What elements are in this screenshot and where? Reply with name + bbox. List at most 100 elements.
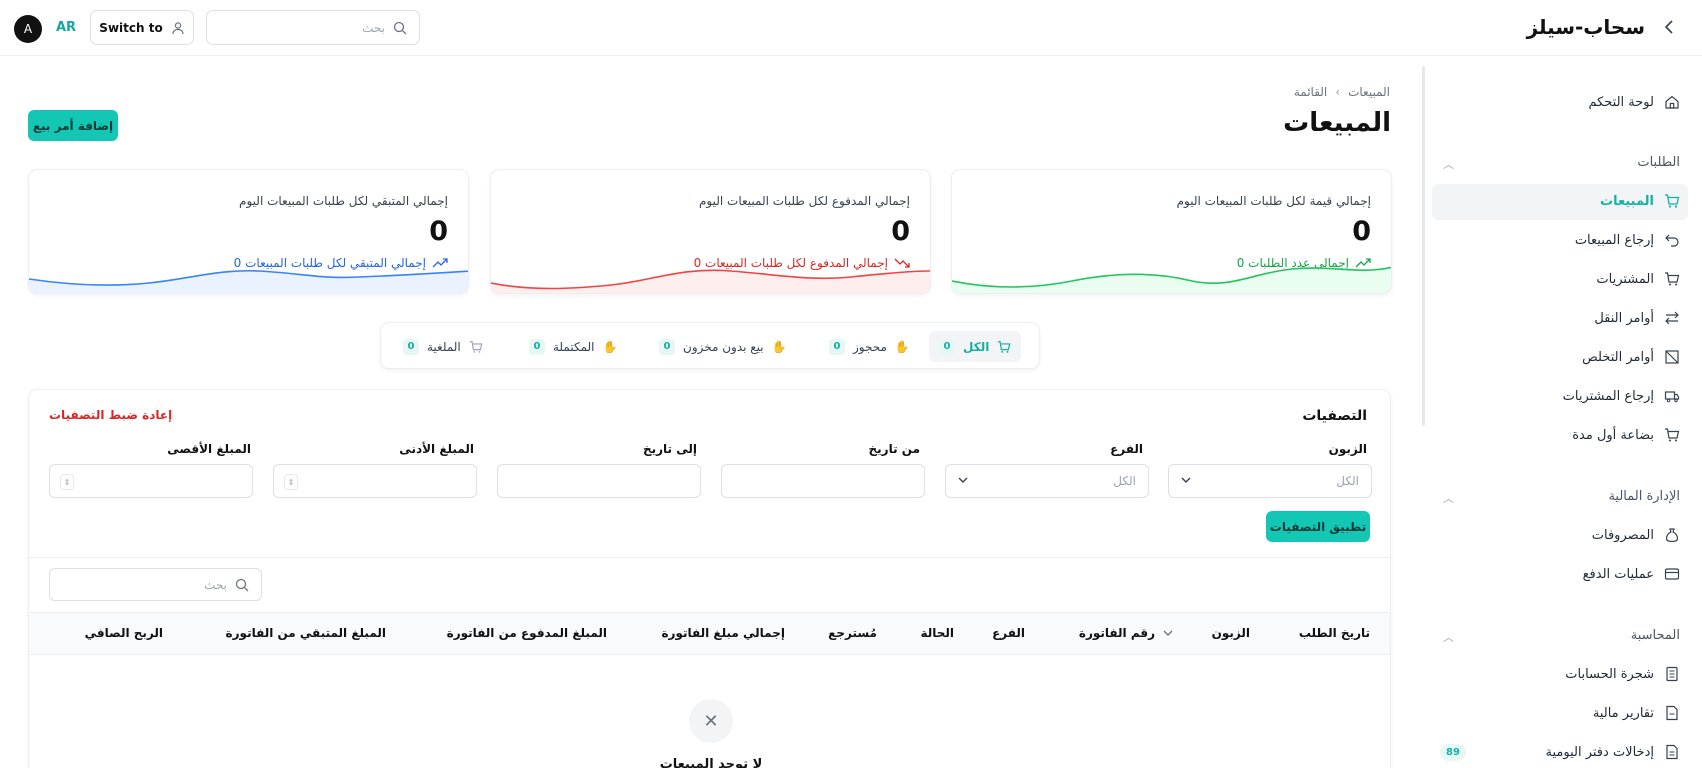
column-header-invoice-number[interactable]: رقم الفاتورة: [1079, 626, 1173, 640]
column-header-order-date[interactable]: تاريخ الطلب: [1299, 626, 1370, 640]
sidebar-item-sales-returns[interactable]: إرجاع المبيعات: [1575, 232, 1680, 248]
sidebar-item-sales[interactable]: المبيعات: [1600, 193, 1680, 209]
sidebar-item-label: بضاعة أول مدة: [1572, 427, 1654, 443]
chevron-up-icon[interactable]: ︿: [1443, 490, 1454, 506]
to-date-input[interactable]: [497, 464, 701, 498]
max-amount-input[interactable]: ⇕: [49, 464, 253, 498]
apply-filters-button[interactable]: تطبيق التصفيات: [1266, 511, 1370, 542]
search-icon: [393, 21, 407, 35]
chevron-up-icon[interactable]: ︿: [1443, 629, 1454, 645]
tab-cancelled[interactable]: 0 الملغية: [393, 331, 493, 362]
from-date-input[interactable]: [721, 464, 925, 498]
sidebar-item-chart-of-accounts[interactable]: شجرة الحسابات: [1565, 666, 1680, 682]
sidebar-item-label: المشتريات: [1596, 271, 1654, 287]
number-stepper-icon[interactable]: ⇕: [284, 474, 298, 490]
tab-label: محجوز: [853, 339, 887, 354]
hand-icon: ✋: [894, 339, 910, 354]
report-icon: [1664, 705, 1680, 721]
stat-card-total-value: إجمالي قيمة لكل طلبات المبيعات اليوم 0 إ…: [951, 169, 1392, 294]
sidebar-item-purchase-returns[interactable]: إرجاع المشتريات: [1563, 388, 1680, 404]
avatar-initial: A: [23, 22, 33, 36]
sidebar-item-opening-stock[interactable]: بضاعة أول مدة: [1572, 427, 1680, 443]
column-header-customer[interactable]: الزبون: [1212, 626, 1250, 640]
customer-select-value: الكل: [1336, 474, 1359, 488]
hand-icon: ✋: [771, 339, 787, 354]
sidebar-item-label: أوامر النقل: [1594, 310, 1654, 326]
table-search-input[interactable]: بحث: [49, 568, 262, 601]
chevron-down-icon: [1181, 476, 1191, 484]
truck-return-icon: [1664, 388, 1680, 404]
tab-completed[interactable]: 0 المكتملة ✋: [519, 331, 627, 362]
min-amount-input[interactable]: ⇕: [273, 464, 477, 498]
sidebar-item-dashboard[interactable]: لوحة التحكم: [1588, 94, 1680, 110]
from-date-label: من تاريخ: [868, 442, 920, 456]
cart-plus-icon: [1664, 271, 1680, 287]
chevron-down-icon: [1163, 629, 1173, 637]
sidebar-item-expenses[interactable]: المصروفات: [1592, 527, 1680, 543]
journal-entries-badge: 89: [1440, 744, 1466, 761]
to-date-label: إلى تاريخ: [642, 442, 697, 456]
tab-reserved[interactable]: 0 محجوز ✋: [819, 331, 920, 362]
tab-label: الملغية: [427, 339, 461, 354]
language-toggle[interactable]: AR: [56, 20, 76, 35]
empty-state-text: لا توجد المبيعات: [659, 757, 763, 768]
sidebar-item-label: المبيعات: [1600, 193, 1654, 209]
column-header-net-profit[interactable]: الربح الصافي: [85, 626, 163, 640]
sidebar-item-label: لوحة التحكم: [1588, 94, 1654, 110]
cart-box-icon: [1664, 427, 1680, 443]
sidebar-section-finance[interactable]: الإدارة المالية: [1608, 489, 1680, 504]
sidebar-item-disposal-orders[interactable]: أوامر التخلص: [1582, 349, 1680, 365]
tab-count: 0: [829, 338, 845, 355]
tab-label: الكل: [963, 339, 990, 354]
customer-select[interactable]: الكل: [1168, 464, 1372, 498]
chevron-down-icon: [958, 476, 968, 484]
cart-cancel-icon: [469, 340, 483, 354]
sidebar-item-journal-entries[interactable]: إدخالات دفتر اليومية: [1546, 744, 1680, 760]
sidebar-section-orders[interactable]: الطلبات: [1637, 155, 1680, 170]
tab-sell-without-stock[interactable]: 0 بيع بدون مخزون ✋: [649, 331, 797, 362]
column-header-remaining-amount[interactable]: المبلغ المتبقي من الفاتورة: [226, 626, 386, 640]
sidebar-item-purchases[interactable]: المشتريات: [1596, 271, 1680, 287]
tab-all[interactable]: 0 الكل: [929, 331, 1022, 362]
stat-card-total-paid: إجمالي المدفوع لكل طلبات المبيعات اليوم …: [490, 169, 931, 294]
status-tabs: 0 الكل 0 محجوز ✋ 0 بيع بدون مخزون ✋ 0 ال…: [380, 322, 1040, 369]
sidebar-scrollbar[interactable]: [1422, 66, 1425, 426]
sparkline-green: [952, 266, 1391, 293]
sidebar-item-transfer-orders[interactable]: أوامر النقل: [1594, 310, 1680, 326]
stat-card-value: 0: [891, 216, 910, 247]
stat-card-label: إجمالي المتبقي لكل طلبات المبيعات اليوم: [239, 194, 448, 208]
number-stepper-icon[interactable]: ⇕: [60, 474, 74, 490]
sidebar-section-accounting[interactable]: المحاسبة: [1631, 628, 1680, 643]
max-amount-label: المبلغ الأقصى: [167, 442, 251, 456]
chevron-left-icon[interactable]: [1664, 19, 1674, 35]
sidebar-item-label: إرجاع المشتريات: [1562, 388, 1654, 404]
global-search-input[interactable]: بحث: [206, 10, 420, 45]
sidebar-item-payments[interactable]: عمليات الدفع: [1583, 566, 1680, 582]
column-header-status[interactable]: الحالة: [920, 626, 954, 640]
stat-card-value: 0: [1352, 216, 1371, 247]
home-icon: [1664, 94, 1680, 110]
branch-select[interactable]: الكل: [945, 464, 1149, 498]
chevron-up-icon[interactable]: ︿: [1443, 156, 1454, 172]
search-icon: [235, 578, 249, 592]
stat-card-label: إجمالي المدفوع لكل طلبات المبيعات اليوم: [698, 194, 910, 208]
column-header-branch[interactable]: الفرع: [992, 626, 1025, 640]
journal-icon: [1664, 744, 1680, 760]
sidebar-item-financial-reports[interactable]: تقارير مالية: [1593, 705, 1680, 721]
switch-to-button[interactable]: Switch to: [90, 10, 194, 45]
min-amount-label: المبلغ الأدنى: [399, 442, 474, 456]
money-bag-icon: [1664, 527, 1680, 543]
chevron-left-icon: ‹: [1335, 85, 1341, 99]
user-icon: [171, 21, 185, 35]
user-avatar[interactable]: A: [14, 15, 42, 43]
column-header-paid-amount[interactable]: المبلغ المدفوع من الفاتورة: [447, 626, 607, 640]
breadcrumb-parent[interactable]: المبيعات: [1348, 85, 1390, 99]
switch-to-label: Switch to: [99, 20, 163, 35]
column-header-invoice-total[interactable]: إجمالي مبلغ الفاتورة: [661, 626, 785, 640]
filters-table-panel: التصفيات إعادة ضبط التصفيات الزبون الفرع…: [28, 389, 1391, 768]
add-sales-order-button[interactable]: إضافة أمر بيع: [28, 110, 118, 141]
column-header-label: رقم الفاتورة: [1078, 626, 1155, 640]
column-header-returned[interactable]: مُسترجع: [828, 626, 877, 640]
reset-filters-link[interactable]: إعادة ضبط التصفيات: [49, 408, 172, 422]
tab-count: 0: [659, 338, 675, 355]
